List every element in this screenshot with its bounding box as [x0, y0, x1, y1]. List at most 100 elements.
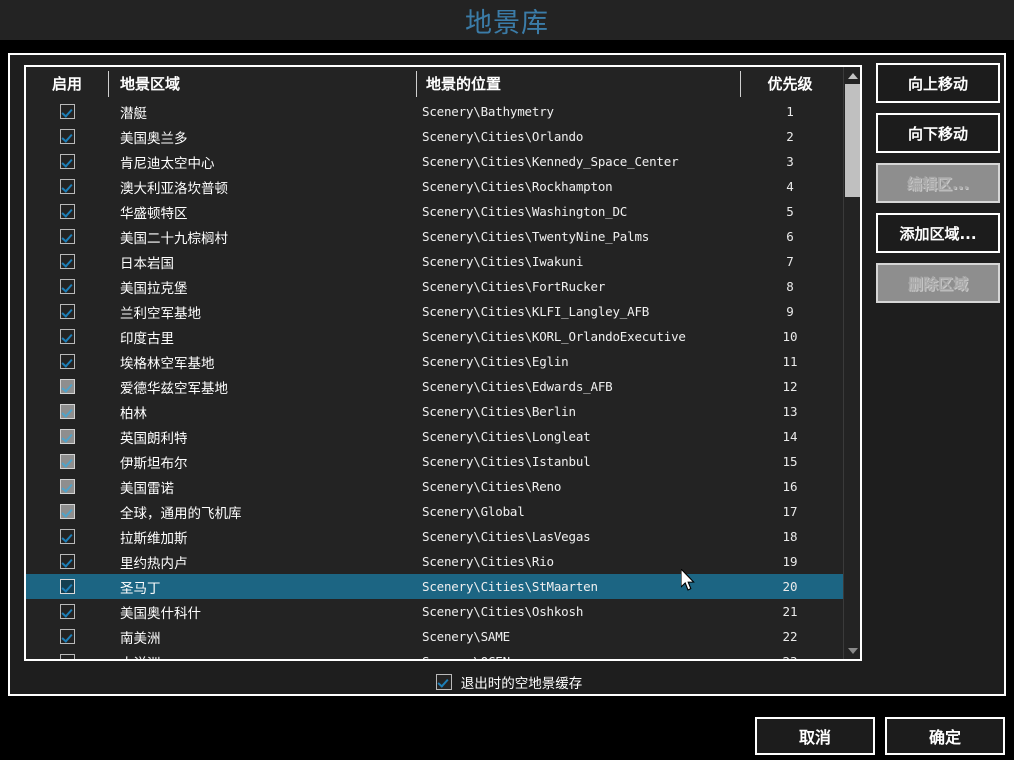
row-enable-cell[interactable]: [26, 174, 108, 199]
row-enable-cell[interactable]: [26, 224, 108, 249]
row-enable-cell[interactable]: [26, 374, 108, 399]
table-row[interactable]: 埃格林空军基地 Scenery\Cities\Eglin 11: [26, 349, 860, 374]
row-enable-checkbox[interactable]: [59, 629, 75, 644]
table-row[interactable]: 澳大利亚洛坎普顿 Scenery\Cities\Rockhampton 4: [26, 174, 860, 199]
row-enable-checkbox[interactable]: [59, 104, 75, 119]
column-header-priority-label: 优先级: [767, 75, 813, 93]
cancel-button[interactable]: 取消: [755, 717, 875, 755]
column-header-region[interactable]: 地景区域: [108, 67, 416, 99]
scenery-library-panel: 启用 地景区域 地景的位置 优先级 潜艇 Scenery\Bathymetry 1 美…: [8, 53, 1006, 696]
row-enable-checkbox[interactable]: [59, 129, 75, 144]
table-row[interactable]: 柏林 Scenery\Cities\Berlin 13: [26, 399, 860, 424]
table-row[interactable]: 英国朗利特 Scenery\Cities\Longleat 14: [26, 424, 860, 449]
row-enable-checkbox[interactable]: [59, 504, 75, 519]
row-enable-checkbox[interactable]: [59, 154, 75, 169]
row-enable-cell[interactable]: [26, 599, 108, 624]
table-row[interactable]: 大洋洲Scenery\OCEN23: [26, 649, 860, 659]
row-enable-checkbox[interactable]: [59, 304, 75, 319]
row-enable-cell[interactable]: [26, 549, 108, 574]
row-enable-checkbox[interactable]: [59, 454, 75, 469]
row-enable-checkbox[interactable]: [59, 204, 75, 219]
row-enable-cell[interactable]: [26, 349, 108, 374]
row-priority-cell: 21: [782, 604, 798, 619]
table-row[interactable]: 爱德华兹空军基地 Scenery\Cities\Edwards_AFB 12: [26, 374, 860, 399]
column-header-enable-label: 启用: [51, 75, 82, 93]
row-enable-checkbox[interactable]: [59, 254, 75, 269]
row-enable-checkbox[interactable]: [59, 379, 75, 394]
table-row[interactable]: 伊斯坦布尔 Scenery\Cities\Istanbul 15: [26, 449, 860, 474]
table-row[interactable]: 印度古里 Scenery\Cities\KORL_OrlandoExecutive…: [26, 324, 860, 349]
row-enable-checkbox[interactable]: [59, 554, 75, 569]
triangle-up-glyph: [847, 72, 858, 79]
row-enable-cell[interactable]: [26, 424, 108, 449]
row-path-cell: Scenery\Cities\Eglin: [422, 354, 569, 369]
row-priority-cell: 22: [782, 629, 798, 644]
row-enable-cell[interactable]: [26, 124, 108, 149]
table-row[interactable]: 全球，通用的飞机库 Scenery\Global 17: [26, 499, 860, 524]
column-header-path[interactable]: 地景的位置: [416, 67, 740, 99]
side-button-3[interactable]: 添加区域...: [876, 213, 1000, 253]
vertical-scrollbar[interactable]: [843, 67, 860, 659]
table-row[interactable]: 圣马丁 Scenery\Cities\StMaarten 20: [26, 574, 860, 599]
row-enable-checkbox[interactable]: [59, 179, 75, 194]
empty-scenery-cache-option[interactable]: 退出时的空地景缓存: [10, 672, 1008, 692]
row-priority-cell: 11: [782, 354, 798, 369]
row-enable-cell[interactable]: [26, 449, 108, 474]
side-button-1[interactable]: 向下移动: [876, 113, 1000, 153]
scrollbar-thumb[interactable]: [845, 84, 860, 197]
scroll-down-arrow-icon[interactable]: [845, 643, 860, 658]
empty-scenery-cache-checkbox[interactable]: [435, 674, 452, 690]
row-enable-cell[interactable]: [26, 624, 108, 649]
row-enable-cell[interactable]: [26, 474, 108, 499]
column-header-priority[interactable]: 优先级: [740, 67, 840, 99]
table-row[interactable]: 美国奥兰多 Scenery\Cities\Orlando 2: [26, 124, 860, 149]
side-button-0[interactable]: 向上移动: [876, 63, 1000, 103]
side-button-4: 删除区域: [876, 263, 1000, 303]
row-enable-cell[interactable]: [26, 249, 108, 274]
row-enable-cell[interactable]: [26, 524, 108, 549]
row-enable-checkbox[interactable]: [59, 279, 75, 294]
row-enable-cell[interactable]: [26, 399, 108, 424]
table-row[interactable]: 美国拉克堡 Scenery\Cities\FortRucker 8: [26, 274, 860, 299]
table-row[interactable]: 肯尼迪太空中心 Scenery\Cities\Kennedy_Space_Cent…: [26, 149, 860, 174]
row-enable-checkbox[interactable]: [59, 229, 75, 244]
row-enable-checkbox[interactable]: [59, 354, 75, 369]
row-enable-checkbox[interactable]: [59, 429, 75, 444]
row-enable-cell[interactable]: [26, 199, 108, 224]
row-enable-cell[interactable]: [26, 299, 108, 324]
row-priority-cell: 15: [782, 454, 798, 469]
row-path-cell: Scenery\Cities\KLFI_Langley_AFB: [422, 304, 650, 319]
row-enable-checkbox[interactable]: [59, 654, 75, 659]
row-enable-cell[interactable]: [26, 99, 108, 124]
row-enable-cell[interactable]: [26, 149, 108, 174]
row-enable-checkbox[interactable]: [59, 579, 75, 594]
row-enable-checkbox[interactable]: [59, 404, 75, 419]
row-region-cell: 圣马丁: [120, 580, 161, 597]
table-row[interactable]: 里约热内卢 Scenery\Cities\Rio 19: [26, 549, 860, 574]
row-enable-checkbox[interactable]: [59, 529, 75, 544]
scenery-list[interactable]: 启用 地景区域 地景的位置 优先级 潜艇 Scenery\Bathymetry 1 美…: [24, 65, 862, 661]
row-enable-cell[interactable]: [26, 324, 108, 349]
table-row[interactable]: 日本岩国 Scenery\Cities\Iwakuni 7: [26, 249, 860, 274]
table-row[interactable]: 美国奥什科什 Scenery\Cities\Oshkosh 21: [26, 599, 860, 624]
scroll-up-arrow-icon[interactable]: [845, 68, 860, 83]
row-enable-cell[interactable]: [26, 574, 108, 599]
row-path-cell: Scenery\Cities\LasVegas: [422, 529, 591, 544]
table-row[interactable]: 兰利空军基地 Scenery\Cities\KLFI_Langley_AFB 9: [26, 299, 860, 324]
table-row[interactable]: 美国二十九棕榈村 Scenery\Cities\TwentyNine_Palms 6: [26, 224, 860, 249]
row-enable-checkbox[interactable]: [59, 479, 75, 494]
table-row[interactable]: 南美洲 Scenery\SAME 22: [26, 624, 860, 649]
row-path-cell: Scenery\OCEN: [416, 649, 740, 659]
table-row[interactable]: 拉斯维加斯 Scenery\Cities\LasVegas 18: [26, 524, 860, 549]
row-enable-cell[interactable]: [26, 274, 108, 299]
table-row[interactable]: 华盛顿特区 Scenery\Cities\Washington_DC 5: [26, 199, 860, 224]
row-enable-cell[interactable]: [26, 499, 108, 524]
table-row[interactable]: 美国雷诺 Scenery\Cities\Reno 16: [26, 474, 860, 499]
row-path-cell: Scenery\Cities\Iwakuni: [422, 254, 584, 269]
table-row[interactable]: 潜艇 Scenery\Bathymetry 1: [26, 99, 860, 124]
row-enable-checkbox[interactable]: [59, 329, 75, 344]
column-header-enable[interactable]: 启用: [26, 67, 108, 99]
ok-button[interactable]: 确定: [885, 717, 1005, 755]
row-enable-checkbox[interactable]: [59, 604, 75, 619]
row-enable-cell[interactable]: [26, 649, 108, 659]
